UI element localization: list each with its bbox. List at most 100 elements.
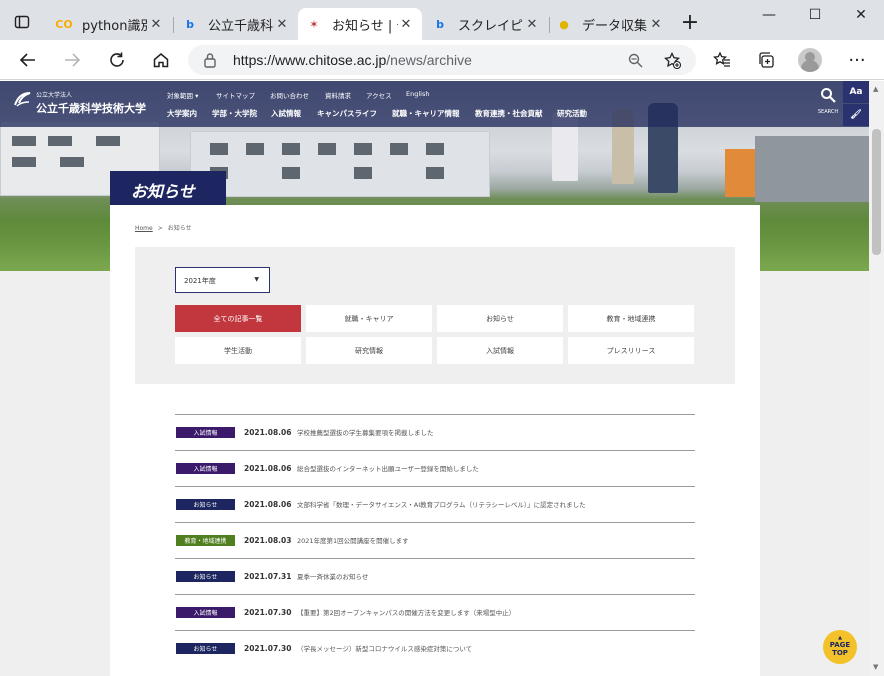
- new-tab-button[interactable]: +: [678, 12, 702, 36]
- mainnav-link[interactable]: 教育連携・社会貢献: [475, 108, 543, 119]
- news-title-link[interactable]: 【重要】第2回オープンキャンパスの開催方法を変更します（来場型中止）: [297, 607, 515, 617]
- news-date: 2021.08.06: [244, 464, 292, 473]
- font-size-tool[interactable]: Aa: [843, 81, 869, 103]
- news-title-link[interactable]: 学校推薦型選抜の学生募集要項を掲載しました: [297, 427, 434, 437]
- mainnav-link[interactable]: 入試情報: [271, 108, 301, 119]
- mainnav-link[interactable]: キャンパスライフ: [317, 108, 377, 119]
- news-category-badge: 入試情報: [176, 607, 235, 618]
- tab-title: お知らせ | 公: [332, 18, 398, 34]
- logo-name: 公立千歳科学技術大学: [36, 102, 146, 115]
- news-item[interactable]: 教育・地域連携 2021.08.03 2021年度第1回公開講座を開催します: [175, 522, 695, 558]
- page-top-label: PAGE TOP: [829, 641, 851, 657]
- news-item[interactable]: 入試情報 2021.08.06 総合型選抜のインターネット出願ユーザー登録を開始しま…: [175, 450, 695, 486]
- news-item[interactable]: お知らせ 2021.08.06 文部科学省「数理・データサイエンス・AI教育プログラ…: [175, 486, 695, 522]
- address-bar[interactable]: https://www.chitose.ac.jp/news/archive: [188, 45, 696, 75]
- news-item[interactable]: お知らせ 2021.07.31 夏季一斉休業のお知らせ: [175, 558, 695, 594]
- color-tool[interactable]: 🖌: [843, 104, 869, 126]
- mainnav-link[interactable]: 学部・大学院: [212, 108, 257, 119]
- back-button[interactable]: [14, 46, 42, 74]
- minimize-button[interactable]: —: [746, 2, 792, 30]
- category-filter-button[interactable]: 全ての記事一覧: [175, 305, 301, 332]
- year-select-value: 2021年度: [184, 277, 216, 285]
- browser-tab[interactable]: CO python識別 ✕: [48, 8, 172, 40]
- category-filter-button[interactable]: お知らせ: [437, 305, 563, 332]
- orange-panel: [725, 149, 755, 197]
- category-filter-button[interactable]: 教育・地域連携: [568, 305, 694, 332]
- news-category-badge: お知らせ: [176, 643, 235, 654]
- news-date: 2021.07.31: [244, 572, 292, 581]
- building-right: [755, 136, 869, 202]
- profile-avatar[interactable]: [798, 48, 822, 72]
- university-logo[interactable]: 公立大学法人 公立千歳科学技術大学: [12, 90, 146, 115]
- scroll-down-icon[interactable]: ▼: [873, 663, 878, 671]
- subnav-link[interactable]: 対象範囲 ▾: [167, 90, 198, 100]
- category-filter-button[interactable]: 研究情報: [306, 337, 432, 364]
- home-icon: [153, 53, 169, 68]
- news-title-link[interactable]: 総合型選抜のインターネット出願ユーザー登録を開始しました: [297, 463, 479, 473]
- tab-close-icon[interactable]: ✕: [148, 17, 164, 32]
- subnav-link[interactable]: アクセス: [366, 90, 392, 100]
- tab-close-icon[interactable]: ✕: [648, 17, 664, 32]
- page-top-button[interactable]: ▲ PAGE TOP: [823, 630, 857, 664]
- news-category-badge: 教育・地域連携: [176, 535, 235, 546]
- tab-actions-button[interactable]: [8, 10, 36, 34]
- browser-tab[interactable]: b スクレイピング✕: [424, 8, 548, 40]
- browser-tab[interactable]: b 公立千歳科学✕: [174, 8, 298, 40]
- lock-icon: [204, 53, 216, 68]
- refresh-button[interactable]: [103, 46, 131, 74]
- add-favorite-icon[interactable]: [664, 52, 681, 69]
- browser-toolbar: https://www.chitose.ac.jp/news/archive ·…: [0, 40, 884, 80]
- news-title-link[interactable]: （学長メッセージ）新型コロナウイルス感染症対策について: [297, 643, 472, 653]
- collections-icon: [759, 52, 774, 68]
- search-icon: [821, 88, 836, 103]
- news-item[interactable]: 入試情報 2021.08.06 学校推薦型選抜の学生募集要項を掲載しました: [175, 414, 695, 450]
- mainnav-link[interactable]: 就職・キャリア情報: [392, 108, 460, 119]
- mainnav-link[interactable]: 大学案内: [167, 108, 197, 119]
- news-title-link[interactable]: 文部科学省「数理・データサイエンス・AI教育プログラム（リテラシーレベル）」に認…: [297, 499, 586, 509]
- tab-actions-icon: [14, 15, 30, 29]
- tab-close-icon[interactable]: ✕: [398, 17, 414, 32]
- news-title-link[interactable]: 夏季一斉休業のお知らせ: [297, 571, 368, 581]
- tab-close-icon[interactable]: ✕: [274, 17, 290, 32]
- year-select[interactable]: 2021年度 ▼: [175, 267, 270, 293]
- home-button[interactable]: [147, 46, 175, 74]
- category-filter-button[interactable]: 学生活動: [175, 337, 301, 364]
- subnav-link[interactable]: サイトマップ: [216, 90, 255, 100]
- mainnav-link[interactable]: 研究活動: [557, 108, 587, 119]
- tab-close-icon[interactable]: ✕: [524, 17, 540, 32]
- news-title-link[interactable]: 2021年度第1回公開講座を開催します: [297, 535, 409, 545]
- forward-button[interactable]: [58, 46, 86, 74]
- news-date: 2021.08.06: [244, 500, 292, 509]
- page-scrollbar[interactable]: ▲ ▼: [869, 81, 884, 676]
- breadcrumb-home-link[interactable]: Home: [135, 225, 153, 232]
- category-filter-button[interactable]: 就職・キャリア: [306, 305, 432, 332]
- building-center: [190, 131, 490, 197]
- zoom-icon[interactable]: [628, 53, 643, 68]
- settings-more-button[interactable]: ···: [843, 46, 871, 74]
- site-search-button[interactable]: SEARCH: [814, 87, 842, 117]
- collections-button[interactable]: [752, 46, 780, 74]
- category-filter-button[interactable]: 入試情報: [437, 337, 563, 364]
- category-filter-button[interactable]: プレスリリース: [568, 337, 694, 364]
- breadcrumb: Home > お知らせ: [135, 223, 192, 232]
- news-item[interactable]: 入試情報 2021.07.30 【重要】第2回オープンキャンパスの開催方法を変更しま…: [175, 594, 695, 630]
- url-text: https://www.chitose.ac.jp/news/archive: [233, 52, 472, 68]
- news-item[interactable]: お知らせ 2021.07.30 （学長メッセージ）新型コロナウイルス感染症対策につい…: [175, 630, 695, 666]
- tab-favicon-icon: ●: [559, 17, 569, 31]
- close-window-button[interactable]: ✕: [838, 2, 884, 30]
- tab-title: python識別: [82, 18, 148, 34]
- favorites-icon: [713, 51, 730, 67]
- tab-bar: COpython識別✕b公立千歳科学✕✶お知らせ | 公✕bスクレイピング✕●デ…: [0, 0, 884, 40]
- browser-tab[interactable]: ● データ収集を✕: [548, 8, 672, 40]
- scroll-up-icon[interactable]: ▲: [873, 85, 878, 93]
- maximize-button[interactable]: ☐: [792, 2, 838, 30]
- page-viewport: 公立大学法人 公立千歳科学技術大学 対象範囲 ▾ サイトマップ お問い合わせ 資料請求…: [0, 81, 869, 676]
- subnav-link[interactable]: English: [406, 90, 429, 98]
- tab-title: スクレイピング: [458, 18, 524, 34]
- subnav-link[interactable]: お問い合わせ: [270, 90, 309, 100]
- browser-tab[interactable]: ✶ お知らせ | 公✕: [298, 8, 422, 40]
- favorites-button[interactable]: [708, 46, 736, 74]
- main-content: Home > お知らせ 2021年度 ▼ 全ての記事一覧 就職・キャリア お知らせ 教育・…: [110, 205, 760, 676]
- scrollbar-thumb[interactable]: [872, 129, 881, 255]
- subnav-link[interactable]: 資料請求: [325, 90, 351, 100]
